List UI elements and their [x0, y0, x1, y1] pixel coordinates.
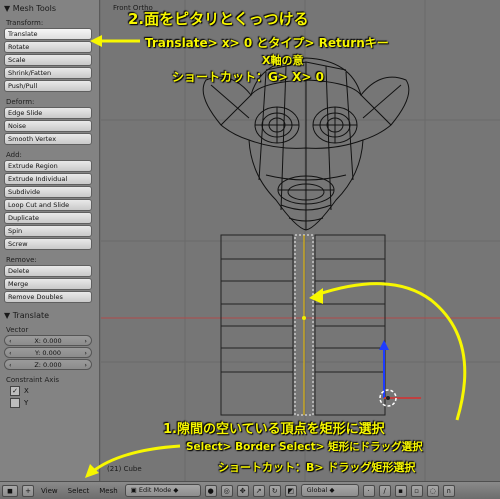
- shading-icon[interactable]: ●: [204, 484, 217, 497]
- scale-icon[interactable]: ◩: [284, 484, 297, 497]
- annotation-bottom-title: 1.隙間の空いている頂点を矩形に選択: [163, 422, 385, 437]
- editor-type-icon[interactable]: ◼: [2, 484, 18, 497]
- rotate-icon[interactable]: ↻: [268, 484, 281, 497]
- mode-label: Edit Mode: [138, 486, 172, 494]
- 3d-view-header: ◼ + View Select Mesh ▣ Edit Mode ◆ ● ◎ ✥…: [0, 481, 500, 499]
- orientation-dropdown[interactable]: Global ◆: [300, 484, 359, 497]
- manipulator-icon[interactable]: ✥: [236, 484, 249, 497]
- menu-toggle-icon[interactable]: +: [22, 484, 34, 497]
- proportional-icon[interactable]: ◌: [426, 484, 439, 497]
- annotation-top-title: 2.面をピタリとくっつける: [128, 10, 309, 28]
- translate-icon[interactable]: ↗: [252, 484, 265, 497]
- translate-arrow-head: [90, 35, 102, 47]
- select-menu-arrow: [91, 444, 181, 474]
- orientation-label: Global: [306, 486, 328, 494]
- annotation-bottom-line2: ショートカット：B> ドラッグ矩形選択: [218, 461, 416, 474]
- mesh-menu[interactable]: Mesh: [99, 487, 117, 495]
- annotation-top-line3: ショートカット：G> X> 0: [172, 70, 324, 84]
- blender-window: ▼ Mesh Tools Transform: Translate Rotate…: [0, 0, 500, 499]
- vertex-select-icon[interactable]: ·: [362, 484, 375, 497]
- edge-select-icon[interactable]: /: [378, 484, 391, 497]
- select-menu-arrow-head: [85, 464, 99, 478]
- annotation-top-line2: X軸の意: [262, 54, 304, 67]
- annotation-top-line1: Translate> x> 0 とタイプ> Returnキー: [145, 36, 389, 50]
- mode-dropdown[interactable]: ▣ Edit Mode ◆: [124, 484, 201, 497]
- pivot-icon[interactable]: ◎: [220, 484, 233, 497]
- snap-icon[interactable]: ∩: [442, 484, 455, 497]
- annotation-bottom-line1: Select> Border Select> 矩形にドラッグ選択: [186, 441, 423, 453]
- face-select-icon[interactable]: ▪: [394, 484, 407, 497]
- occlude-icon[interactable]: ▫: [410, 484, 423, 497]
- select-menu[interactable]: Select: [68, 487, 90, 495]
- view-menu[interactable]: View: [41, 487, 58, 495]
